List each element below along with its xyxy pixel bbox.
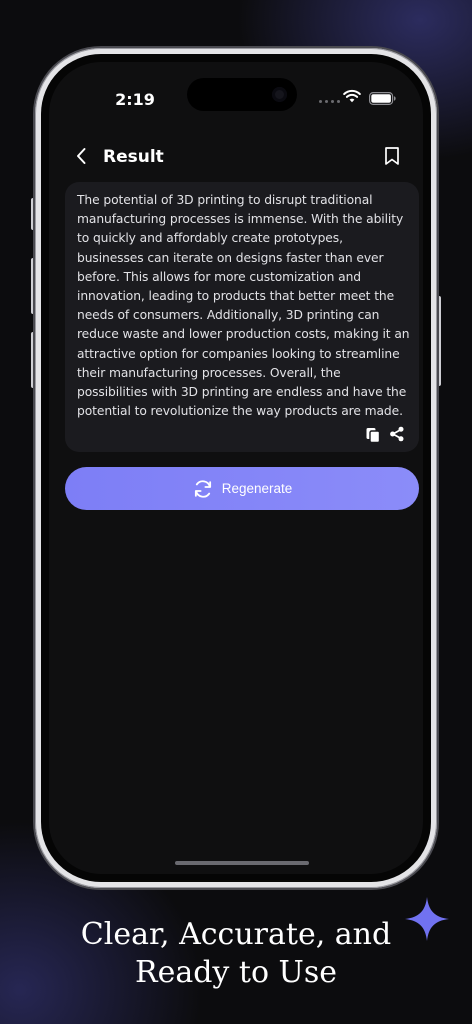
- back-button[interactable]: [71, 146, 91, 166]
- phone-frame: 2:19 Result The potential of 3D printing…: [35, 48, 437, 888]
- bookmark-button[interactable]: [381, 145, 403, 167]
- wifi-icon: [343, 89, 361, 103]
- marketing-canvas: 2:19 Result The potential of 3D printing…: [0, 0, 472, 1024]
- signal-dots-icon: [319, 100, 340, 103]
- regenerate-label: Regenerate: [221, 481, 293, 496]
- share-icon[interactable]: [389, 426, 405, 442]
- copy-icon[interactable]: [365, 427, 381, 443]
- bookmark-icon: [385, 147, 399, 165]
- camera-icon: [272, 87, 287, 102]
- battery-icon: [369, 92, 396, 105]
- regenerate-button[interactable]: Regenerate: [65, 467, 419, 510]
- page-title: Result: [103, 147, 164, 167]
- result-text: The potential of 3D printing to disrupt …: [77, 193, 410, 419]
- refresh-icon: [194, 479, 211, 498]
- caption-line-1: Clear, Accurate, and: [80, 917, 392, 952]
- marketing-caption: Clear, Accurate, and Ready to Use: [0, 916, 472, 992]
- home-indicator[interactable]: [175, 861, 309, 865]
- phone-screen: 2:19 Result The potential of 3D printing…: [49, 62, 423, 874]
- chevron-left-icon: [77, 148, 86, 164]
- caption-line-2: Ready to Use: [134, 955, 337, 990]
- status-time: 2:19: [115, 90, 155, 109]
- phone-bezel: 2:19 Result The potential of 3D printing…: [41, 54, 431, 882]
- sparkle-icon: [405, 897, 449, 941]
- dynamic-island: [187, 78, 297, 111]
- result-card: The potential of 3D printing to disrupt …: [65, 182, 419, 452]
